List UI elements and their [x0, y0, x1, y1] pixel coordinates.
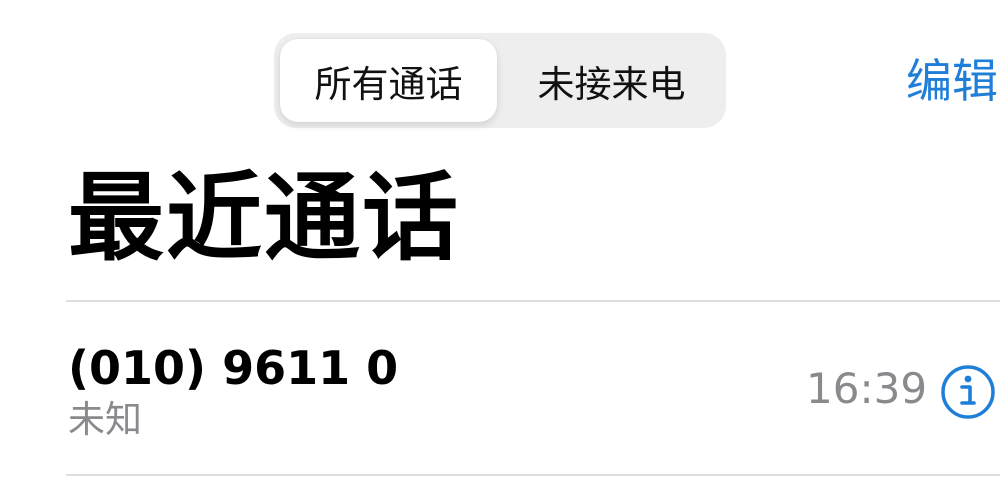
- segment-missed-calls[interactable]: 未接来电: [503, 39, 720, 122]
- info-circle-icon[interactable]: [940, 364, 996, 420]
- edit-button[interactable]: 编辑: [906, 48, 998, 114]
- caller-number: (010) 9611 0: [68, 341, 399, 395]
- call-time: 16:39: [806, 364, 928, 413]
- caller-label: 未知: [68, 398, 142, 441]
- page-title: 最近通话: [68, 162, 460, 274]
- list-divider-bottom: [66, 474, 1000, 476]
- segment-all-calls[interactable]: 所有通话: [280, 39, 497, 122]
- call-filter-segmented-control: 所有通话 未接来电: [274, 33, 726, 128]
- call-list-item[interactable]: (010) 9611 0 未知 16:39: [0, 302, 1000, 474]
- recents-screen: 所有通话 未接来电 编辑 最近通话 (010) 9611 0 未知 16:39: [0, 0, 1000, 500]
